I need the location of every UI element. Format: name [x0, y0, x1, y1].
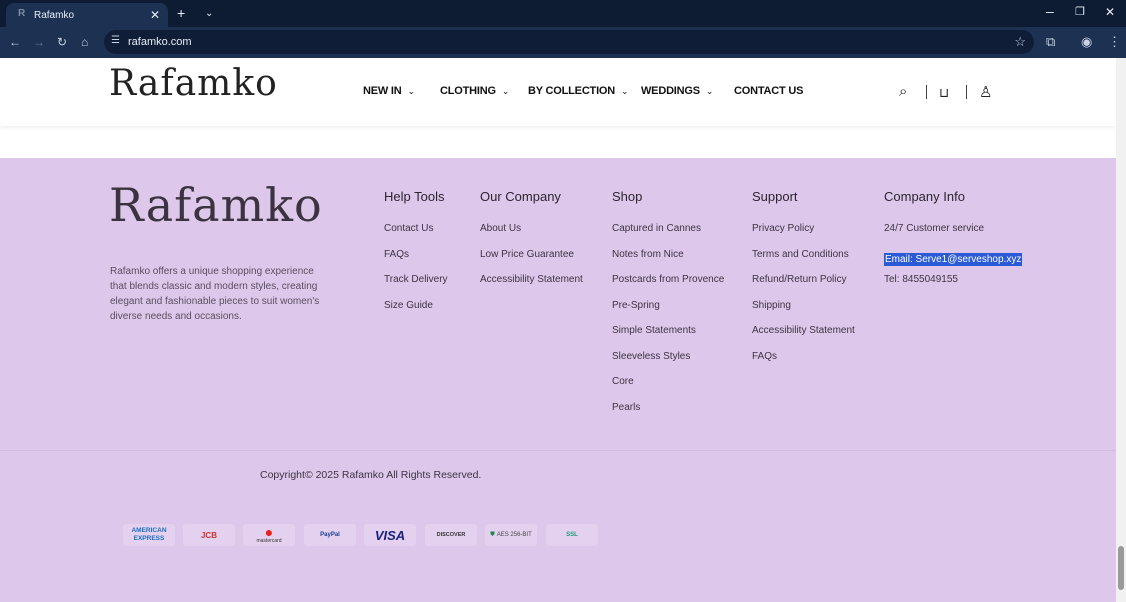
nav-label: CLOTHING: [440, 85, 496, 97]
menu-icon[interactable]: ⋮: [1108, 34, 1121, 50]
back-icon[interactable]: ←: [9, 35, 21, 49]
tab-bar: R Rafamko ✕ + ⌄ – ❐ ✕: [0, 0, 1126, 27]
address-bar-row: ← → ↻ ⌂ ☰ rafamko.com ☆ ⧉ ◉ ⋮: [0, 27, 1126, 58]
jcb-logo: JCB: [183, 524, 235, 546]
ssl-badge: SSL: [546, 524, 598, 546]
visa-logo: VISA: [364, 524, 416, 546]
minimize-icon[interactable]: –: [1046, 3, 1054, 19]
nav-label: NEW IN: [363, 85, 402, 97]
column-title: Support: [752, 189, 798, 204]
footer-link[interactable]: Pre-Spring: [612, 300, 724, 326]
footer-link[interactable]: Sleeveless Styles: [612, 351, 724, 377]
favicon-icon: R: [18, 8, 26, 19]
nav-label: CONTACT US: [734, 85, 804, 97]
nav-by-collection[interactable]: BY COLLECTION ⌄: [528, 85, 629, 97]
footer-link[interactable]: Accessibility Statement: [752, 325, 855, 351]
column-title: Shop: [612, 189, 643, 204]
nav-clothing[interactable]: CLOTHING ⌄: [440, 85, 509, 97]
footer-link[interactable]: Refund/Return Policy: [752, 274, 855, 300]
footer-column-shop: Shop Captured in Cannes Notes from Nice …: [612, 189, 724, 427]
close-tab-icon[interactable]: ✕: [150, 8, 160, 22]
reload-icon[interactable]: ↻: [57, 35, 67, 49]
url-text: rafamko.com: [128, 36, 192, 48]
search-icon[interactable]: ⌕: [899, 83, 907, 100]
footer-link[interactable]: Low Price Guarantee: [480, 249, 583, 275]
extensions-icon[interactable]: ⧉: [1046, 34, 1055, 50]
footer-link[interactable]: Terms and Conditions: [752, 249, 855, 275]
footer-column-support: Support Privacy Policy Terms and Conditi…: [752, 189, 855, 376]
footer-link[interactable]: Contact Us: [384, 223, 448, 249]
tab-search-icon[interactable]: ⌄: [205, 8, 213, 19]
chevron-down-icon: ⌄: [705, 86, 714, 96]
cart-icon[interactable]: ⊔: [939, 85, 949, 101]
footer-column-our-company: Our Company About Us Low Price Guarantee…: [480, 189, 583, 300]
tab-title: Rafamko: [34, 10, 75, 21]
customer-service-text: 24/7 Customer service: [884, 223, 985, 234]
divider: [926, 85, 927, 99]
footer-link[interactable]: Notes from Nice: [612, 249, 724, 275]
footer-link[interactable]: About Us: [480, 223, 583, 249]
chevron-down-icon: ⌄: [407, 86, 416, 96]
footer-link[interactable]: Captured in Cannes: [612, 223, 724, 249]
copyright: Copyright© 2025 Rafamko All Rights Reser…: [260, 469, 482, 481]
mastercard-label: mastercard: [256, 538, 282, 544]
footer-column-company-info: Company Info 24/7 Customer service Email…: [884, 189, 1023, 300]
footer-column-help-tools: Help Tools Contact Us FAQs Track Deliver…: [384, 189, 448, 325]
scrollbar-thumb[interactable]: [1118, 546, 1124, 590]
nav-contact-us[interactable]: CONTACT US: [734, 85, 803, 97]
site-info-icon[interactable]: ☰: [111, 35, 120, 46]
site-footer: Rafamko Rafamko offers a unique shopping…: [0, 158, 1116, 602]
profile-icon[interactable]: ◉: [1081, 34, 1092, 50]
chevron-down-icon: ⌄: [501, 86, 510, 96]
footer-link[interactable]: Size Guide: [384, 300, 448, 326]
aes-badge: ⛊ AES 256-BIT: [485, 524, 537, 546]
footer-description: Rafamko offers a unique shopping experie…: [110, 266, 320, 322]
nav-label: BY COLLECTION: [528, 85, 616, 97]
close-window-icon[interactable]: ✕: [1105, 5, 1115, 19]
column-title: Our Company: [480, 189, 561, 204]
browser-tab[interactable]: R Rafamko ✕: [6, 3, 168, 27]
footer-link[interactable]: Pearls: [612, 402, 724, 428]
account-icon[interactable]: ♙: [979, 83, 992, 101]
mastercard-logo: ● mastercard: [243, 524, 295, 546]
email-text-selected[interactable]: Email: Serve1@serveshop.xyz: [884, 252, 1023, 266]
nav-weddings[interactable]: WEDDINGS ⌄: [641, 85, 713, 97]
bookmark-star-icon[interactable]: ☆: [1014, 34, 1026, 50]
column-title: Help Tools: [384, 189, 445, 204]
footer-link[interactable]: Track Delivery: [384, 274, 448, 300]
divider: [966, 85, 967, 99]
site-logo[interactable]: Rafamko: [109, 63, 278, 104]
site-header: Rafamko NEW IN ⌄ CLOTHING ⌄ BY COLLECTION ⌄…: [0, 58, 1116, 126]
footer-link[interactable]: FAQs: [752, 351, 855, 377]
mastercard-circles-icon: ●: [264, 524, 274, 540]
url-input[interactable]: ☰ rafamko.com ☆: [104, 30, 1034, 54]
discover-logo: DISCOVER: [425, 524, 477, 546]
nav-new-in[interactable]: NEW IN ⌄: [363, 85, 415, 97]
footer-link[interactable]: Postcards from Provence: [612, 274, 724, 300]
restore-icon[interactable]: ❐: [1075, 5, 1085, 18]
chevron-down-icon: ⌄: [621, 86, 629, 96]
footer-logo: Rafamko: [109, 178, 323, 232]
home-icon[interactable]: ⌂: [81, 35, 88, 49]
footer-link[interactable]: Simple Statements: [612, 325, 724, 351]
page-scrollbar[interactable]: [1116, 58, 1126, 602]
footer-link[interactable]: FAQs: [384, 249, 448, 275]
footer-link[interactable]: Privacy Policy: [752, 223, 855, 249]
aes-label: AES 256-BIT: [496, 532, 532, 538]
amex-logo: AMERICAN EXPRESS: [123, 524, 175, 546]
column-title: Company Info: [884, 189, 965, 204]
footer-link[interactable]: Shipping: [752, 300, 855, 326]
paypal-logo: PayPal: [304, 524, 356, 546]
forward-icon[interactable]: →: [33, 35, 45, 49]
shield-icon: ⛊: [490, 531, 495, 538]
footer-link[interactable]: Accessibility Statement: [480, 274, 583, 300]
new-tab-icon[interactable]: +: [177, 5, 185, 21]
footer-link[interactable]: Core: [612, 376, 724, 402]
phone-text: Tel: 8455049155: [884, 274, 958, 285]
footer-divider: [0, 450, 1116, 451]
nav-label: WEDDINGS: [641, 85, 700, 97]
